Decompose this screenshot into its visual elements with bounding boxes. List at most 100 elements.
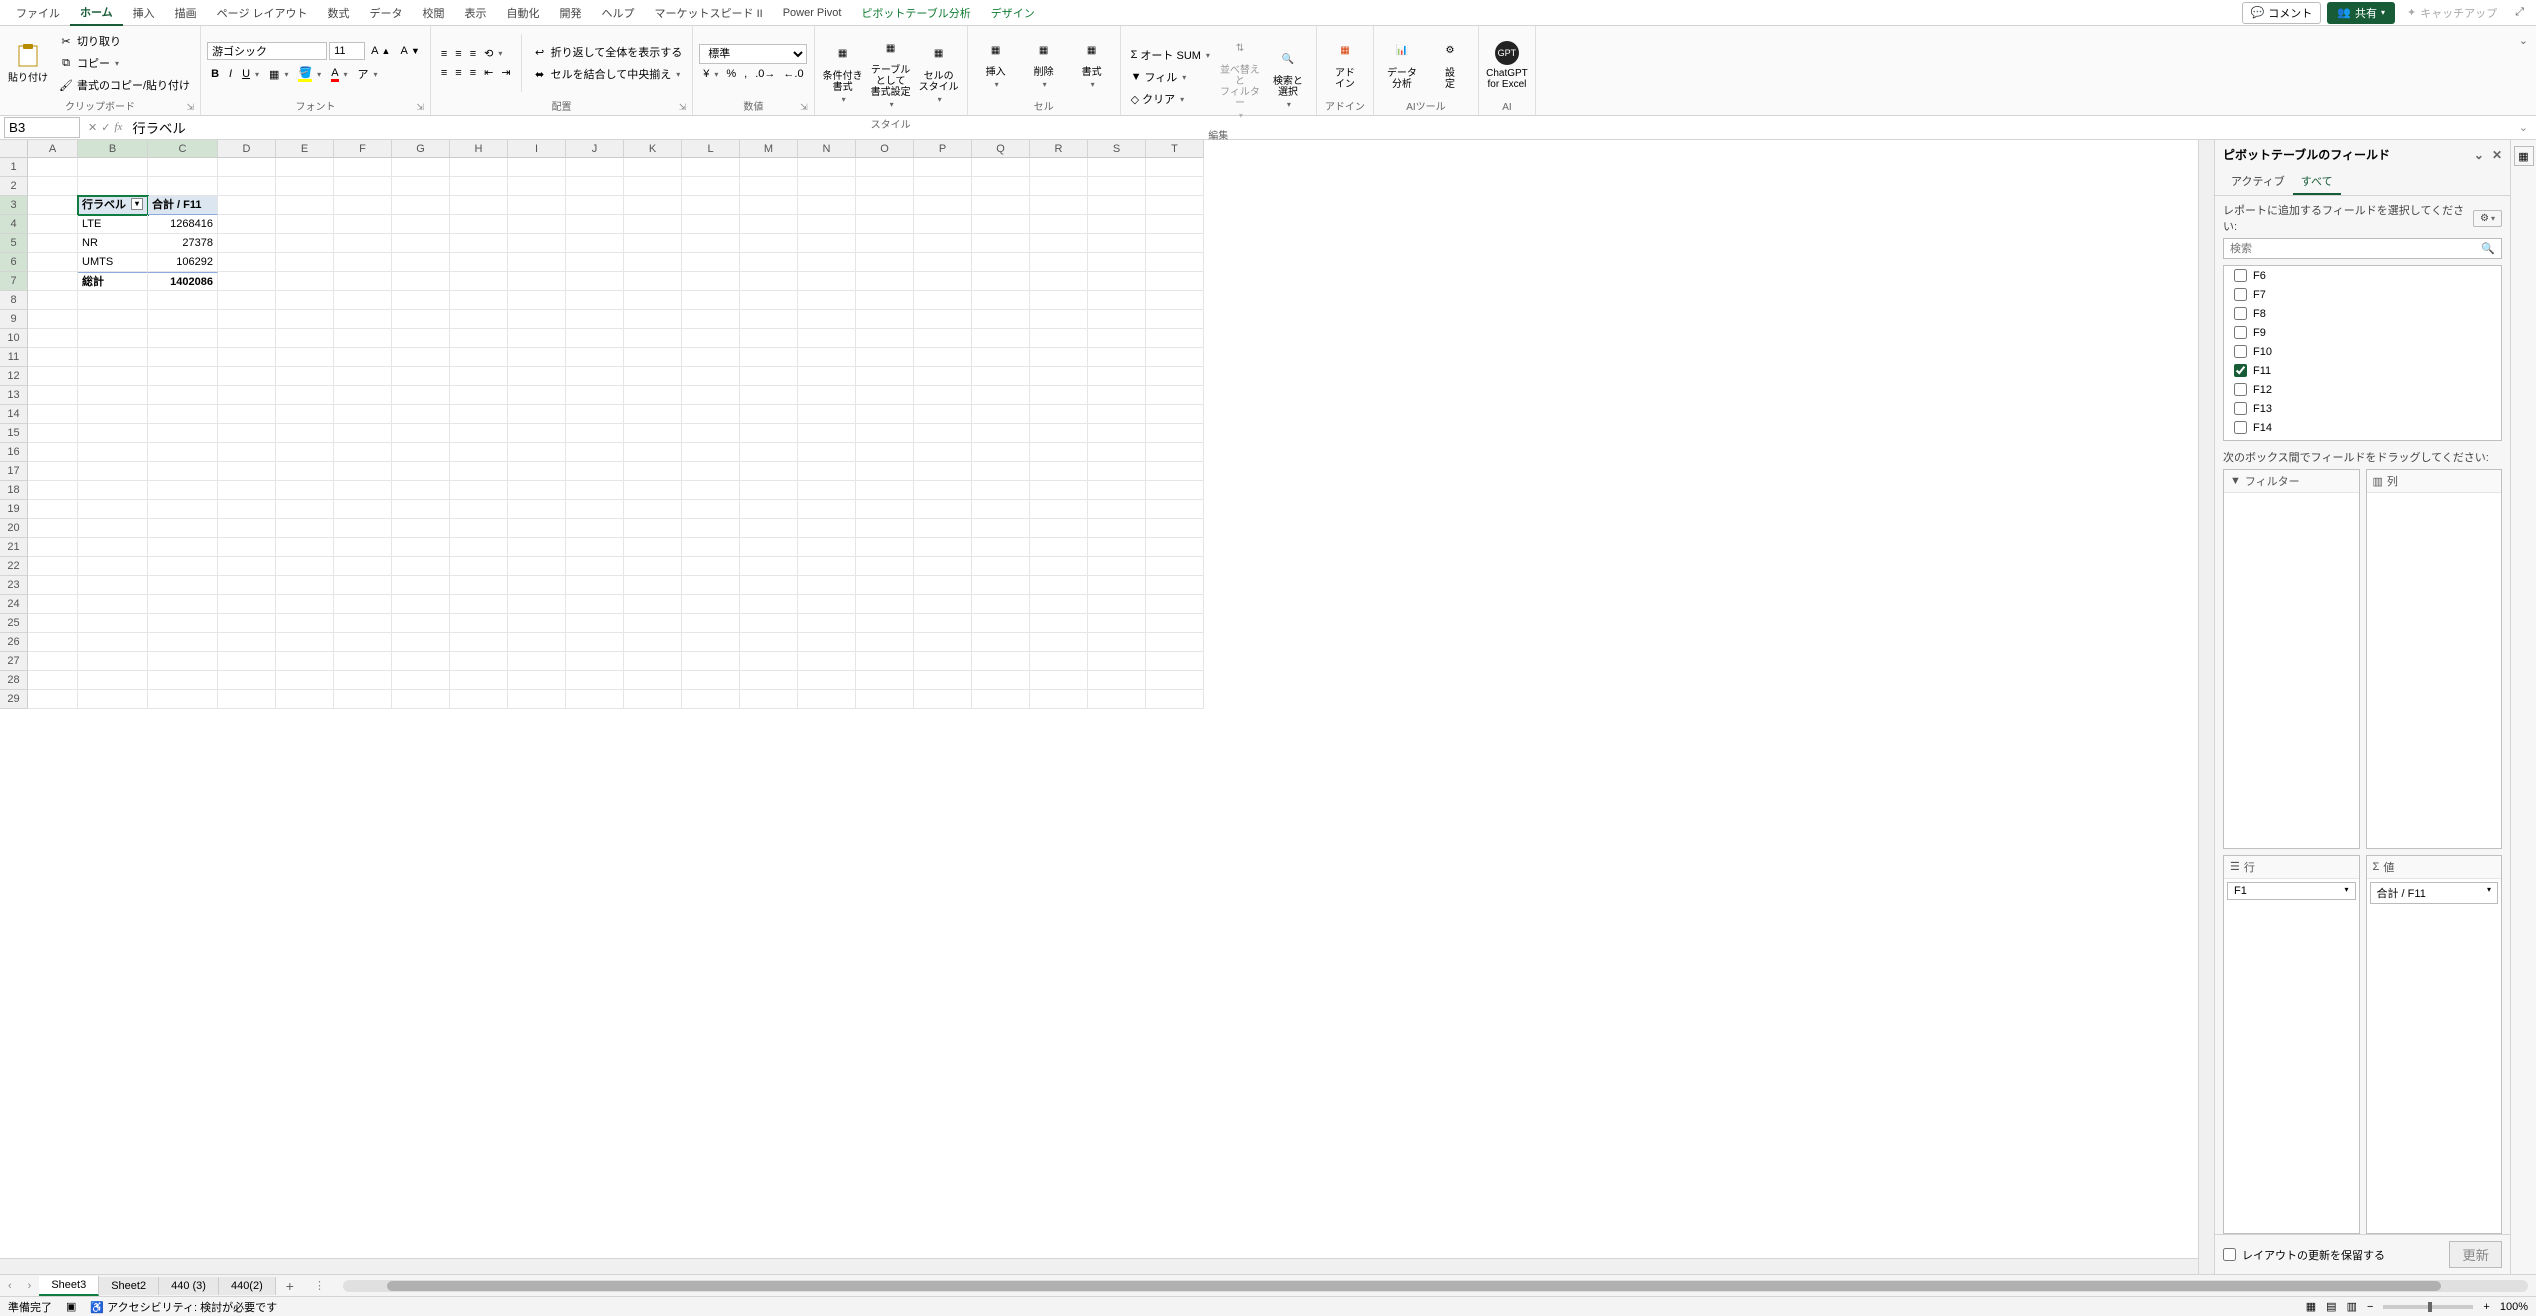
cell-M9[interactable] (740, 310, 798, 329)
cell-F16[interactable] (334, 443, 392, 462)
cell-L23[interactable] (682, 576, 740, 595)
cell-E21[interactable] (276, 538, 334, 557)
field-checkbox-f11[interactable] (2234, 364, 2247, 377)
cell-C27[interactable] (148, 652, 218, 671)
cell-T3[interactable] (1146, 196, 1204, 215)
row-header-17[interactable]: 17 (0, 462, 28, 481)
cell-I18[interactable] (508, 481, 566, 500)
row-header-28[interactable]: 28 (0, 671, 28, 690)
row-header-5[interactable]: 5 (0, 234, 28, 253)
field-item-f11[interactable]: F11 (2224, 361, 2501, 380)
tab-data[interactable]: データ (360, 1, 413, 25)
cell-F1[interactable] (334, 158, 392, 177)
column-header-K[interactable]: K (624, 140, 682, 158)
cell-P26[interactable] (914, 633, 972, 652)
cell-K24[interactable] (624, 595, 682, 614)
cell-M26[interactable] (740, 633, 798, 652)
cell-L21[interactable] (682, 538, 740, 557)
cell-O21[interactable] (856, 538, 914, 557)
row-header-15[interactable]: 15 (0, 424, 28, 443)
align-right-button[interactable]: ≡ (466, 64, 480, 81)
formula-input[interactable] (126, 118, 2510, 137)
cell-C21[interactable] (148, 538, 218, 557)
cell-I25[interactable] (508, 614, 566, 633)
cell-P27[interactable] (914, 652, 972, 671)
font-color-button[interactable]: A (327, 64, 351, 84)
column-header-B[interactable]: B (78, 140, 148, 158)
cell-K26[interactable] (624, 633, 682, 652)
cell-A28[interactable] (28, 671, 78, 690)
cell-H18[interactable] (450, 481, 508, 500)
cell-L7[interactable] (682, 272, 740, 291)
column-header-Q[interactable]: Q (972, 140, 1030, 158)
cell-A7[interactable] (28, 272, 78, 291)
cell-J15[interactable] (566, 424, 624, 443)
sheet-tab-sheet3[interactable]: Sheet3 (39, 1276, 99, 1296)
cell-E5[interactable] (276, 234, 334, 253)
underline-button[interactable]: U (238, 64, 263, 84)
cell-G21[interactable] (392, 538, 450, 557)
row-header-8[interactable]: 8 (0, 291, 28, 310)
cell-Q14[interactable] (972, 405, 1030, 424)
cell-B3[interactable]: 行ラベル▾ (78, 196, 148, 215)
cell-L10[interactable] (682, 329, 740, 348)
cell-S6[interactable] (1088, 253, 1146, 272)
cell-I28[interactable] (508, 671, 566, 690)
column-header-R[interactable]: R (1030, 140, 1088, 158)
cell-F25[interactable] (334, 614, 392, 633)
cell-K4[interactable] (624, 215, 682, 234)
row-field-item[interactable]: F1▾ (2227, 882, 2356, 900)
cell-S4[interactable] (1088, 215, 1146, 234)
cell-F13[interactable] (334, 386, 392, 405)
cell-A8[interactable] (28, 291, 78, 310)
cell-H17[interactable] (450, 462, 508, 481)
cell-S28[interactable] (1088, 671, 1146, 690)
cell-M20[interactable] (740, 519, 798, 538)
cell-E25[interactable] (276, 614, 334, 633)
horizontal-scrollbar[interactable] (343, 1280, 2528, 1292)
column-header-J[interactable]: J (566, 140, 624, 158)
cell-G12[interactable] (392, 367, 450, 386)
cell-I6[interactable] (508, 253, 566, 272)
cell-Q5[interactable] (972, 234, 1030, 253)
field-checkbox-f13[interactable] (2234, 402, 2247, 415)
pane-tab-all[interactable]: すべて (2293, 169, 2341, 195)
cell-C14[interactable] (148, 405, 218, 424)
row-header-27[interactable]: 27 (0, 652, 28, 671)
cell-J28[interactable] (566, 671, 624, 690)
cell-N4[interactable] (798, 215, 856, 234)
cell-D8[interactable] (218, 291, 276, 310)
cell-B27[interactable] (78, 652, 148, 671)
cell-H13[interactable] (450, 386, 508, 405)
cell-R4[interactable] (1030, 215, 1088, 234)
enter-formula-button[interactable]: ✓ (101, 121, 110, 134)
cell-R29[interactable] (1030, 690, 1088, 709)
cell-R20[interactable] (1030, 519, 1088, 538)
cell-A22[interactable] (28, 557, 78, 576)
cell-O16[interactable] (856, 443, 914, 462)
cell-N6[interactable] (798, 253, 856, 272)
cell-H19[interactable] (450, 500, 508, 519)
cell-C16[interactable] (148, 443, 218, 462)
cell-G17[interactable] (392, 462, 450, 481)
cell-Q17[interactable] (972, 462, 1030, 481)
column-header-T[interactable]: T (1146, 140, 1204, 158)
cell-M1[interactable] (740, 158, 798, 177)
cell-J27[interactable] (566, 652, 624, 671)
cell-E2[interactable] (276, 177, 334, 196)
cell-A17[interactable] (28, 462, 78, 481)
cell-R7[interactable] (1030, 272, 1088, 291)
cell-C9[interactable] (148, 310, 218, 329)
cell-L5[interactable] (682, 234, 740, 253)
cell-T16[interactable] (1146, 443, 1204, 462)
cell-E10[interactable] (276, 329, 334, 348)
cell-D17[interactable] (218, 462, 276, 481)
cell-E13[interactable] (276, 386, 334, 405)
decrease-font-button[interactable]: A▼ (396, 42, 423, 60)
cell-G22[interactable] (392, 557, 450, 576)
tab-insert[interactable]: 挿入 (123, 1, 165, 25)
field-checkbox-f7[interactable] (2234, 288, 2247, 301)
cell-Q12[interactable] (972, 367, 1030, 386)
cell-D18[interactable] (218, 481, 276, 500)
cell-H24[interactable] (450, 595, 508, 614)
